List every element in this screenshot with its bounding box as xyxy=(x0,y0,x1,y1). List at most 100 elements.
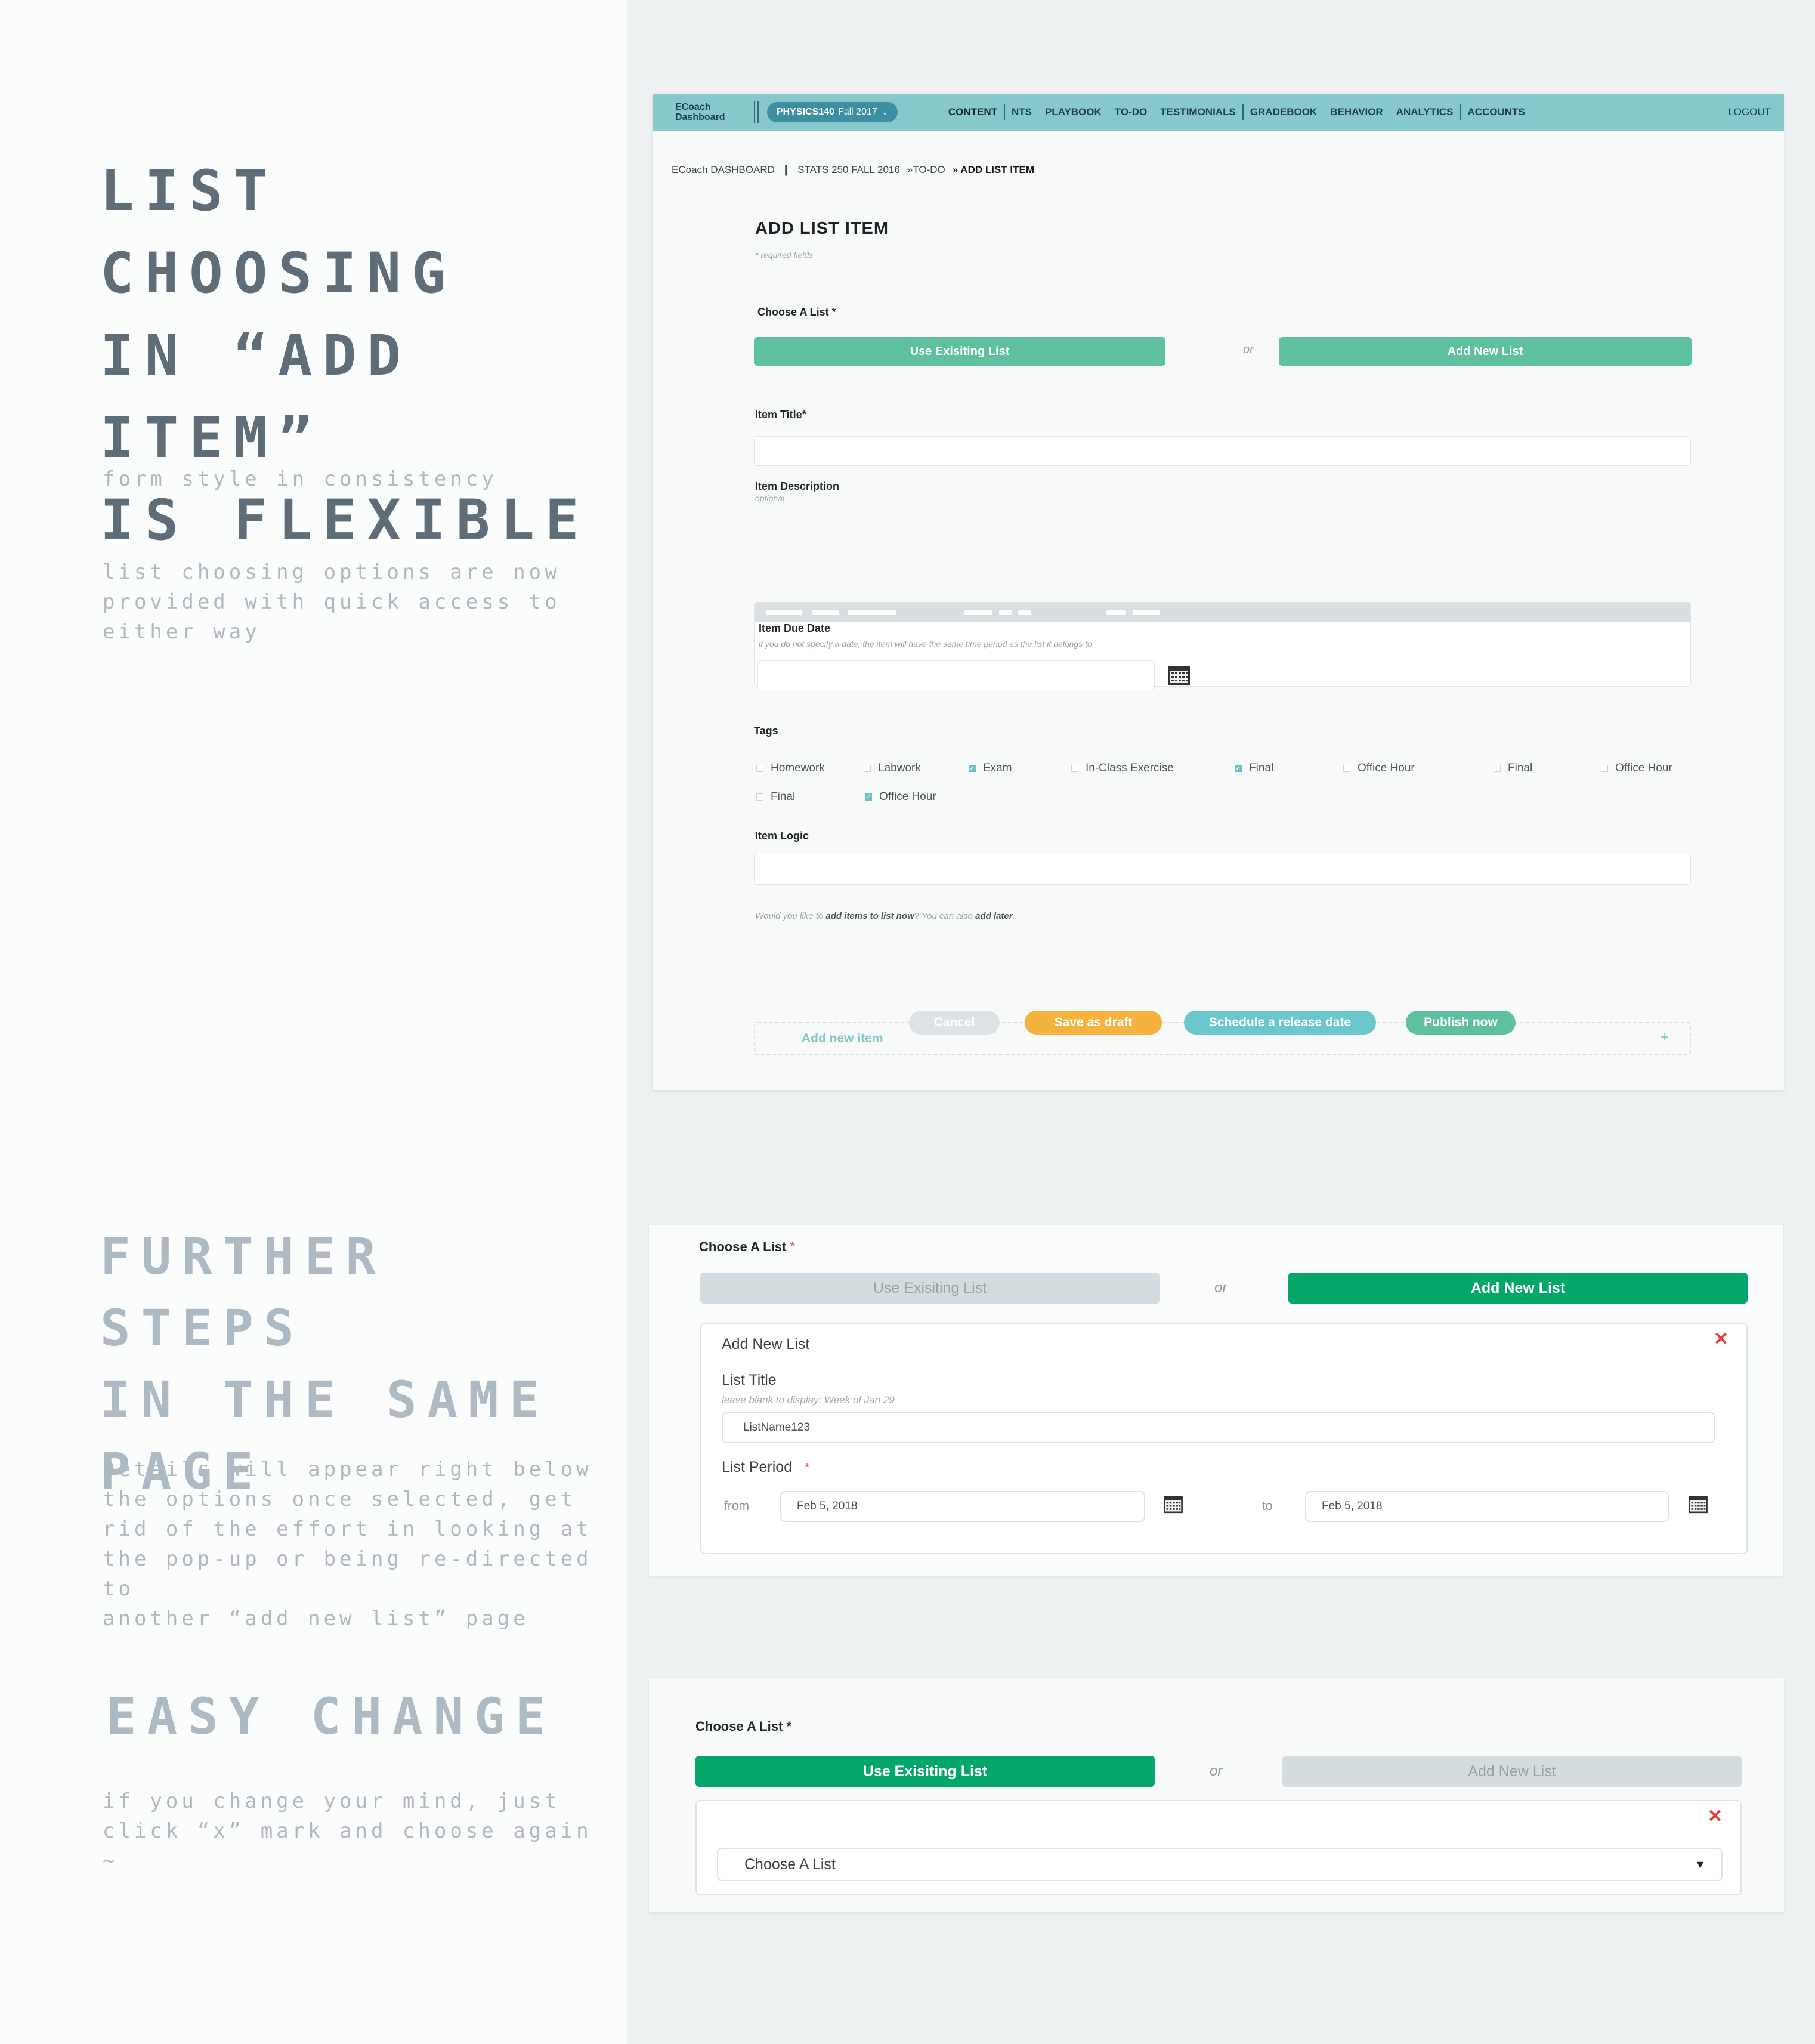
close-icon[interactable]: ✕ xyxy=(1714,1329,1729,1350)
breadcrumb-home[interactable]: ECoach DASHBOARD xyxy=(672,164,775,176)
required-note: * required fields xyxy=(755,250,814,260)
item-title-input[interactable] xyxy=(754,436,1691,466)
tag-label: Exam xyxy=(983,762,1012,774)
note-list-options: list choosing options are now provided w… xyxy=(103,560,561,644)
tag-label: Final xyxy=(1508,762,1533,774)
nav-item-content[interactable]: CONTENT xyxy=(942,106,1004,118)
save-draft-button[interactable]: Save as draft xyxy=(1025,1011,1162,1035)
mockup-column: ECoach Dashboard PHYSICS140 Fall 2017 ⌄ … xyxy=(627,0,1815,2044)
tag-option[interactable]: Final xyxy=(756,791,795,804)
checkbox-checked-icon[interactable]: ✓ xyxy=(969,765,976,772)
add-new-list-title: Add New List xyxy=(722,1336,810,1353)
breadcrumb-section[interactable]: »TO-DO xyxy=(907,164,945,176)
prompt-text: . xyxy=(1012,911,1015,921)
calendar-icon[interactable] xyxy=(1688,1496,1708,1514)
select-placeholder: Choose A List xyxy=(744,1855,836,1873)
prompt-emphasis: add later xyxy=(975,911,1013,921)
use-existing-list-button[interactable]: Use Exisiting List xyxy=(754,337,1165,366)
nav-item-playbook[interactable]: PLAYBOOK xyxy=(1038,106,1108,118)
breadcrumb-separator: ❙ xyxy=(781,164,791,175)
toolbar-button[interactable] xyxy=(999,610,1012,615)
due-date-label: Item Due Date xyxy=(759,622,831,634)
tag-option[interactable]: ✓ Office Hour xyxy=(865,791,936,804)
add-new-list-button[interactable]: Add New List xyxy=(1288,1273,1748,1304)
toolbar-button[interactable] xyxy=(1133,610,1160,615)
close-icon[interactable]: ✕ xyxy=(1708,1806,1723,1827)
period-end-input[interactable]: Feb 5, 2018 xyxy=(1305,1491,1669,1522)
add-new-list-button[interactable]: Add New List xyxy=(1282,1756,1742,1787)
tag-option[interactable]: In-Class Exercise xyxy=(1071,762,1174,775)
toolbar-button[interactable] xyxy=(1018,610,1031,615)
tag-option[interactable]: Homework xyxy=(756,762,825,775)
tag-option[interactable]: Final xyxy=(1494,762,1532,775)
course-selector[interactable]: PHYSICS140 Fall 2017 ⌄ xyxy=(767,102,898,122)
choose-list-label: Choose A List * xyxy=(695,1719,791,1734)
brand-logo[interactable]: ECoach Dashboard xyxy=(675,102,749,122)
calendar-icon[interactable] xyxy=(1163,1496,1183,1514)
choose-list-label: Choose A List * xyxy=(757,306,836,318)
tag-option[interactable]: ✓ Exam xyxy=(969,762,1012,775)
add-new-list-panel: Choose A List * Use Exisiting List or Ad… xyxy=(649,1225,1783,1576)
schedule-release-button[interactable]: Schedule a release date xyxy=(1184,1011,1376,1035)
use-existing-list-button[interactable]: Use Exisiting List xyxy=(700,1273,1160,1304)
nav-item-analytics[interactable]: ANALYTICS xyxy=(1390,106,1460,118)
checkbox-icon[interactable] xyxy=(864,765,871,772)
toolbar-button[interactable] xyxy=(848,610,896,615)
tag-option[interactable]: Labwork xyxy=(864,762,921,775)
prompt-text: ? You can also xyxy=(914,911,976,921)
checkbox-checked-icon[interactable]: ✓ xyxy=(865,793,872,801)
nav-item-todo[interactable]: TO-DO xyxy=(1108,106,1154,118)
item-logic-input[interactable] xyxy=(754,854,1691,885)
nav-item-gradebook[interactable]: GRADEBOOK xyxy=(1244,106,1324,118)
logout-link[interactable]: LOGOUT xyxy=(1728,106,1771,118)
checkbox-icon[interactable] xyxy=(1494,765,1501,772)
plus-icon: + xyxy=(1659,1029,1668,1045)
toolbar-button[interactable] xyxy=(812,610,839,615)
checkbox-icon[interactable] xyxy=(1601,765,1608,772)
use-existing-list-button[interactable]: Use Exisiting List xyxy=(695,1756,1155,1787)
note-details-below: Details will appear right below the opti… xyxy=(103,1458,592,1631)
item-description-hint: optional xyxy=(755,493,785,503)
checkbox-icon[interactable] xyxy=(756,793,763,801)
from-label: from xyxy=(724,1499,749,1513)
due-date-input[interactable] xyxy=(757,660,1155,690)
or-divider-text: or xyxy=(1243,343,1254,356)
checkbox-icon[interactable] xyxy=(1343,765,1350,772)
nav-item-behavior[interactable]: BEHAVIOR xyxy=(1324,106,1389,118)
nav-item-accounts[interactable]: ACCOUNTS xyxy=(1461,106,1531,118)
tag-label: Labwork xyxy=(878,762,921,774)
list-period-label: List Period * xyxy=(722,1459,809,1476)
tag-option[interactable]: ✓ Final xyxy=(1235,762,1273,775)
toolbar-button[interactable] xyxy=(964,610,992,615)
add-new-list-form: Add New List ✕ List Title leave blank to… xyxy=(700,1323,1748,1554)
nav-item-testimonials[interactable]: TESTIMONIALS xyxy=(1154,106,1242,118)
tag-option[interactable]: Office Hour xyxy=(1343,762,1415,775)
checkbox-checked-icon[interactable]: ✓ xyxy=(1235,765,1242,772)
tag-label: Office Hour xyxy=(879,791,936,803)
add-new-list-button[interactable]: Add New List xyxy=(1279,337,1692,366)
heading-easy-change: EASY CHANGE xyxy=(106,1687,556,1746)
cancel-button[interactable]: Cancel xyxy=(909,1011,1000,1035)
tag-option[interactable]: Office Hour xyxy=(1601,762,1672,775)
checkbox-icon[interactable] xyxy=(756,765,763,772)
list-title-label: List Title xyxy=(722,1372,777,1388)
course-term: Fall 2017 xyxy=(837,107,877,117)
item-title-label: Item Title* xyxy=(755,409,806,421)
or-divider-text: or xyxy=(1210,1763,1223,1779)
list-period-text: List Period xyxy=(722,1459,793,1475)
toolbar-button[interactable] xyxy=(766,610,802,615)
required-star: * xyxy=(805,1462,809,1475)
period-start-input[interactable]: Feb 5, 2018 xyxy=(780,1491,1145,1522)
publish-now-button[interactable]: Publish now xyxy=(1406,1011,1516,1035)
toolbar-button[interactable] xyxy=(1106,610,1126,615)
breadcrumb-course[interactable]: STATS 250 FALL 2016 xyxy=(797,164,900,176)
nav-item-nts[interactable]: NTS xyxy=(1005,106,1038,118)
choose-list-select[interactable]: Choose A List ▾ xyxy=(717,1848,1723,1881)
tag-label: In-Class Exercise xyxy=(1086,762,1174,774)
choose-list-text: Choose A List xyxy=(699,1239,787,1254)
list-title-input[interactable]: ListName123 xyxy=(722,1412,1715,1443)
calendar-icon[interactable] xyxy=(1168,665,1191,686)
note-change-mind: if you change your mind, just click “x” … xyxy=(103,1789,592,1873)
checkbox-icon[interactable] xyxy=(1071,765,1078,772)
list-title-hint: leave blank to display: Week of Jan 29 xyxy=(722,1394,895,1406)
